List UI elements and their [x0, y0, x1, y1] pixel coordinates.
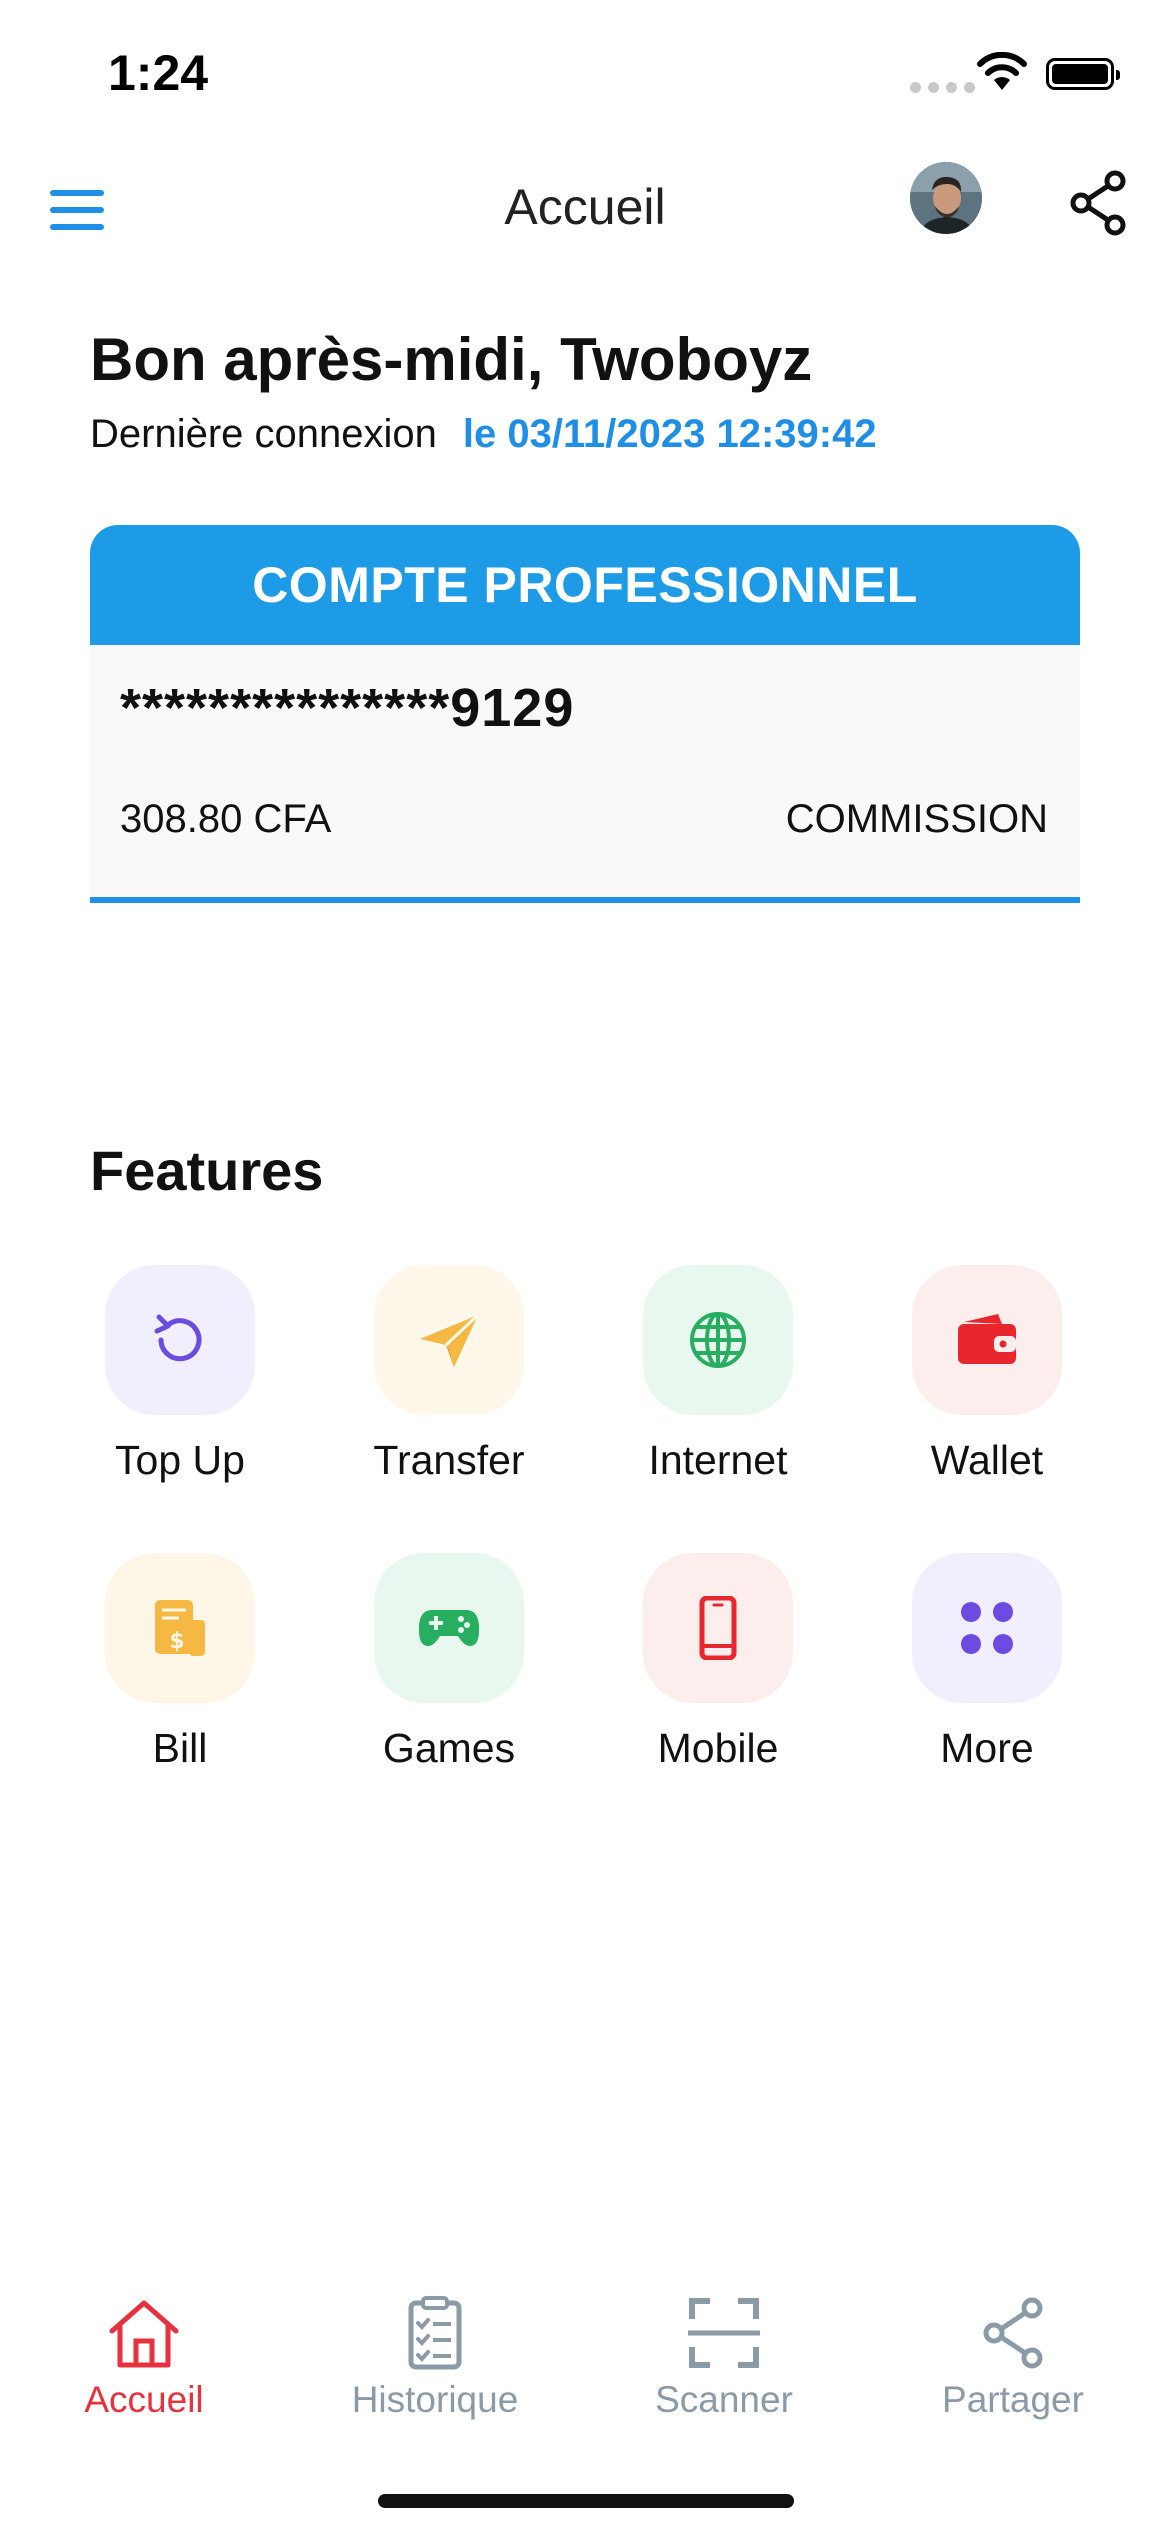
- clipboard-list-icon: [408, 2296, 462, 2370]
- feature-wallet[interactable]: Wallet: [872, 1265, 1102, 1484]
- gamepad-icon: [418, 1610, 480, 1646]
- feature-tile: [912, 1265, 1062, 1415]
- tab-partager[interactable]: Partager: [883, 2295, 1143, 2421]
- feature-label: Wallet: [930, 1437, 1044, 1483]
- paper-plane-icon: [420, 1313, 480, 1367]
- feature-label: Games: [382, 1725, 516, 1771]
- feature-label: Transfer: [373, 1437, 525, 1483]
- greeting-heading: Bon après-midi, Twoboyz: [90, 326, 813, 393]
- account-number: ***************9129: [120, 678, 575, 738]
- last-login: Dernière connexion le 03/11/2023 12:39:42: [90, 412, 877, 457]
- feature-tile: [374, 1265, 524, 1415]
- tab-label: Historique: [351, 2379, 519, 2420]
- feature-label: More: [940, 1725, 1034, 1771]
- account-type-header: COMPTE PROFESSIONNEL: [90, 525, 1080, 645]
- home-indicator[interactable]: [378, 2494, 794, 2508]
- feature-internet[interactable]: Internet: [603, 1265, 833, 1484]
- battery-icon: [1046, 58, 1120, 90]
- cellular-signal-icon: [910, 82, 975, 93]
- wallet-icon: [958, 1314, 1016, 1364]
- page-title: Accueil: [504, 179, 666, 235]
- feature-label: Internet: [648, 1437, 788, 1483]
- bill-icon: $: [155, 1600, 205, 1656]
- feature-tile: [643, 1553, 793, 1703]
- tab-label: Accueil: [84, 2379, 204, 2420]
- account-balance: 308.80 CFA: [120, 797, 332, 841]
- feature-games[interactable]: Games: [334, 1553, 564, 1772]
- tab-bar: Accueil Historique Scanner Partager: [0, 2295, 1170, 2445]
- share-icon[interactable]: [1068, 170, 1130, 236]
- feature-label: Mobile: [657, 1725, 779, 1771]
- tab-label: Partager: [942, 2379, 1084, 2420]
- last-login-label: Dernière connexion: [90, 412, 437, 456]
- account-kind: COMMISSION: [785, 797, 1048, 841]
- status-bar: 1:24: [0, 0, 1170, 140]
- feature-tile: $: [105, 1553, 255, 1703]
- feature-label: Bill: [152, 1725, 208, 1771]
- account-card[interactable]: COMPTE PROFESSIONNEL ***************9129…: [90, 525, 1080, 903]
- feature-transfer[interactable]: Transfer: [334, 1265, 564, 1484]
- tab-accueil[interactable]: Accueil: [14, 2295, 274, 2421]
- wifi-icon: [977, 52, 1027, 90]
- feature-label: Top Up: [115, 1437, 245, 1483]
- feature-tile: [643, 1265, 793, 1415]
- feature-tile: [105, 1265, 255, 1415]
- nav-bar: Accueil: [0, 150, 1170, 270]
- share-icon: [983, 2297, 1043, 2369]
- refresh-icon: [154, 1314, 202, 1362]
- feature-top-up[interactable]: Top Up: [65, 1265, 295, 1484]
- feature-bill[interactable]: $ Bill: [65, 1553, 295, 1772]
- feature-more[interactable]: More: [872, 1553, 1102, 1772]
- home-icon: [109, 2300, 179, 2368]
- feature-mobile[interactable]: Mobile: [603, 1553, 833, 1772]
- grid-dots-icon: [961, 1602, 1013, 1654]
- last-login-value: le 03/11/2023 12:39:42: [462, 412, 877, 456]
- smartphone-icon: [699, 1596, 737, 1660]
- features-heading: Features: [90, 1139, 324, 1202]
- globe-icon: [690, 1312, 746, 1368]
- tab-scanner[interactable]: Scanner: [594, 2295, 854, 2421]
- scan-frame-icon: [688, 2298, 760, 2368]
- avatar[interactable]: [910, 162, 982, 234]
- feature-tile: [374, 1553, 524, 1703]
- svg-text:$: $: [169, 1629, 184, 1654]
- feature-tile: [912, 1553, 1062, 1703]
- tab-historique[interactable]: Historique: [305, 2295, 565, 2421]
- tab-label: Scanner: [655, 2379, 793, 2420]
- status-time: 1:24: [108, 45, 209, 101]
